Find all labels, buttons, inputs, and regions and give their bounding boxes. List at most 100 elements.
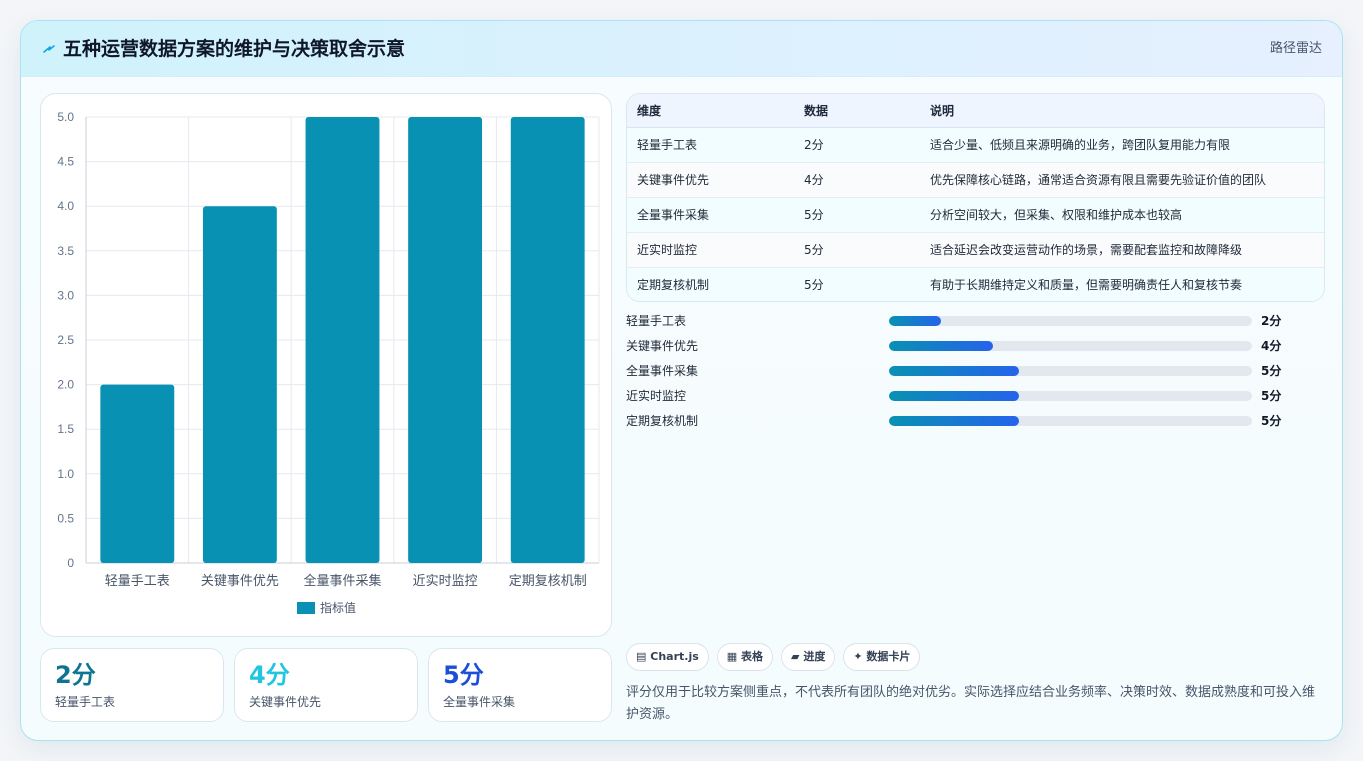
progress-row: 近实时监控 5分	[626, 386, 1326, 411]
y-tick-label: 0.5	[57, 511, 74, 525]
progress-fill	[889, 391, 1019, 401]
table-cell: 关键事件优先	[637, 173, 710, 187]
table-header-row: 维度 数据 说明	[627, 94, 1324, 128]
bar-chart: 0 0.5 1.0 1.5 2.0 2.5 3.0 3.5 4.0 4.5 5.0 轻量手工表 关键事件…	[57, 110, 600, 615]
progress-list: 轻量手工表 2分 关键事件优先 4分 全量事件采集 5分 近实时监控 5分 定期复核机制 5分	[626, 311, 1326, 436]
table-cell: 5分	[804, 243, 824, 257]
table-header: 数据	[794, 94, 920, 128]
progress-track	[889, 391, 1252, 401]
y-tick-label: 2.0	[57, 378, 74, 392]
table-cell: 5分	[804, 208, 824, 222]
kpi-value: 5分	[443, 661, 484, 689]
progress-fill	[889, 366, 1019, 376]
table-row: 定期复核机制 5分 有助于长期维持定义和质量，但需要明确责任人和复核节奏	[627, 267, 1324, 301]
tag-progress[interactable]: ▰ 进度	[781, 643, 836, 671]
progress-track	[889, 416, 1252, 426]
x-tick-label: 关键事件优先	[201, 574, 279, 589]
tag-list: ▤ Chart.js ▦ 表格 ▰ 进度 ✦ 数据卡片	[626, 643, 928, 671]
score-table: 维度 数据 说明 轻量手工表 2分 适合少量、低频且来源明确的业务，跨团队复用能力有…	[626, 93, 1325, 302]
progress-track	[889, 341, 1252, 351]
progress-fill	[889, 341, 993, 351]
progress-track	[889, 366, 1252, 376]
footnote: 评分仅用于比较方案侧重点，不代表所有团队的绝对优劣。实际选择应结合业务频率、决策…	[626, 685, 1316, 722]
kpi-card: 4分关键事件优先	[234, 648, 418, 722]
y-tick-label: 1.0	[57, 467, 74, 481]
x-tick-label: 轻量手工表	[105, 574, 170, 589]
header: 五种运营数据方案的维护与决策取舍示意 路径雷达	[21, 21, 1342, 77]
progress-track	[889, 316, 1252, 326]
dashboard-card: 五种运营数据方案的维护与决策取舍示意 路径雷达 0 0.5 1.0 1.5 2.0 2.5…	[20, 20, 1343, 741]
table-row: 关键事件优先 4分 优先保障核心链路，通常适合资源有限且需要先验证价值的团队	[627, 162, 1324, 197]
progress-value: 5分	[1261, 414, 1282, 428]
table-cell: 轻量手工表	[637, 138, 698, 152]
progress-label: 轻量手工表	[626, 314, 687, 328]
tag-label: 数据卡片	[866, 650, 911, 663]
legend-label: 指标值	[320, 600, 356, 615]
progress-row: 轻量手工表 2分	[626, 311, 1326, 336]
header-badge: 路径雷达	[1269, 41, 1322, 56]
kpi-label: 轻量手工表	[55, 695, 116, 709]
table-cell: 定期复核机制	[637, 278, 710, 293]
tag-sparkle[interactable]: ✦ 数据卡片	[843, 643, 921, 671]
kpi-label: 全量事件采集	[443, 695, 516, 709]
y-tick-label: 0	[67, 556, 74, 570]
x-tick-label: 全量事件采集	[303, 573, 381, 589]
bar	[100, 384, 175, 563]
tag-chart[interactable]: ▤ Chart.js	[626, 643, 709, 671]
x-tick-label: 近实时监控	[413, 574, 478, 589]
kpi-card: 5分全量事件采集	[428, 648, 612, 722]
table-cell: 全量事件采集	[637, 208, 710, 222]
kpi-card: 2分轻量手工表	[40, 648, 224, 722]
table-cell: 5分	[804, 278, 824, 293]
table-row: 轻量手工表 2分 适合少量、低频且来源明确的业务，跨团队复用能力有限	[627, 127, 1324, 162]
table-cell: 2分	[804, 138, 824, 152]
table-header: 维度	[627, 94, 794, 128]
chart-icon: ▤	[636, 650, 647, 663]
progress-value: 4分	[1261, 339, 1282, 353]
tag-table[interactable]: ▦ 表格	[716, 643, 774, 671]
x-tick-label: 定期复核机制	[509, 574, 587, 589]
progress-label: 定期复核机制	[626, 414, 699, 428]
bar	[510, 117, 585, 563]
y-tick-label: 5.0	[57, 110, 74, 124]
progress-label: 全量事件采集	[626, 364, 699, 378]
progress-fill	[889, 416, 1019, 426]
table-row: 近实时监控 5分 适合延迟会改变运营动作的场景，需要配套监控和故障降级	[627, 232, 1324, 267]
progress-fill	[889, 316, 941, 326]
tag-label: 进度	[803, 650, 826, 663]
table-cell: 适合延迟会改变运营动作的场景，需要配套监控和故障降级	[930, 243, 1243, 257]
progress-row: 定期复核机制 5分	[626, 411, 1326, 436]
tag-label: 表格	[741, 650, 764, 663]
sparkle-icon: ✦	[853, 650, 863, 663]
y-tick-label: 2.5	[57, 333, 74, 347]
progress-label: 近实时监控	[626, 389, 687, 403]
bar-chart-panel: 0 0.5 1.0 1.5 2.0 2.5 3.0 3.5 4.0 4.5 5.0 轻量手工表 关键事件…	[40, 93, 612, 637]
y-tick-label: 3.5	[57, 244, 74, 258]
bar	[202, 206, 277, 563]
table-row: 全量事件采集 5分 分析空间较大，但采集、权限和维护成本也较高	[627, 197, 1324, 232]
progress-row: 全量事件采集 5分	[626, 361, 1326, 386]
kpi-value: 2分	[55, 661, 96, 689]
kpi-label: 关键事件优先	[249, 695, 322, 709]
legend-swatch	[297, 602, 315, 614]
y-tick-label: 1.5	[57, 422, 74, 436]
kpi-value: 4分	[249, 661, 290, 689]
bar	[305, 117, 380, 563]
progress-value: 5分	[1261, 389, 1282, 403]
progress-value: 2分	[1261, 314, 1282, 328]
y-tick-label: 3.0	[57, 288, 74, 302]
tag-label: Chart.js	[650, 650, 699, 663]
table-cell: 适合少量、低频且来源明确的业务，跨团队复用能力有限	[930, 138, 1231, 152]
progress-label: 关键事件优先	[626, 339, 699, 353]
table-header: 说明	[920, 94, 1324, 128]
table-cell: 4分	[804, 173, 824, 187]
page-title: 五种运营数据方案的维护与决策取舍示意	[63, 38, 406, 60]
y-tick-label: 4.0	[57, 199, 74, 213]
y-tick-label: 4.5	[57, 155, 74, 169]
progress-icon: ▰	[791, 650, 800, 663]
lightning-icon	[43, 45, 55, 53]
progress-value: 5分	[1261, 364, 1282, 378]
progress-row: 关键事件优先 4分	[626, 336, 1326, 361]
table-cell: 分析空间较大，但采集、权限和维护成本也较高	[930, 208, 1183, 222]
table-cell: 近实时监控	[637, 243, 698, 257]
